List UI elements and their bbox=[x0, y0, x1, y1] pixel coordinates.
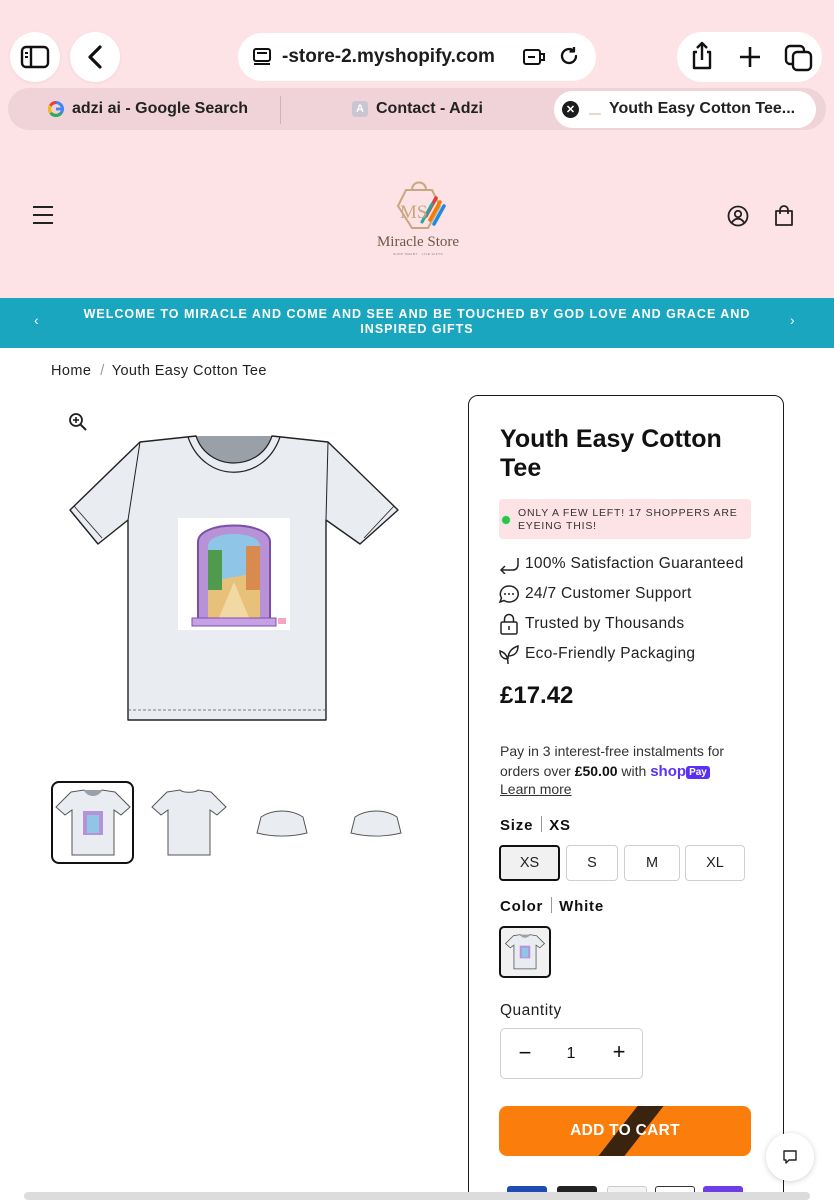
color-label: Color bbox=[500, 898, 544, 915]
address-bar[interactable]: -store-2.myshopify.com bbox=[238, 33, 596, 81]
reload-icon[interactable] bbox=[558, 45, 580, 67]
add-to-cart-button[interactable]: ADD TO CART bbox=[499, 1106, 751, 1156]
tshirt-back-thumbnail-image bbox=[150, 788, 227, 855]
size-option-label: Size XS bbox=[500, 816, 571, 834]
tab-label: adzi ai - Google Search bbox=[72, 100, 249, 117]
thumbnail-front-selected[interactable] bbox=[51, 781, 134, 864]
feature-support: 24/7 Customer Support bbox=[498, 582, 692, 606]
new-tab-plus-icon[interactable] bbox=[738, 45, 762, 69]
tab-contact-adzi[interactable]: A Contact - Adzi bbox=[352, 88, 483, 130]
product-title: Youth Easy Cotton Tee bbox=[500, 425, 722, 482]
announcement-bar: ‹ WELCOME TO MIRACLE AND COME AND SEE AN… bbox=[0, 298, 834, 348]
shop-pay-logo: shop bbox=[650, 763, 687, 780]
feature-label: 24/7 Customer Support bbox=[525, 585, 692, 602]
lock-icon bbox=[500, 613, 518, 635]
breadcrumb-home-link[interactable]: Home bbox=[51, 363, 91, 379]
tab-youth-easy-cotton-tee[interactable]: ✕ Youth Easy Cotton Tee... bbox=[562, 88, 795, 130]
tab-overview-icon[interactable] bbox=[784, 44, 814, 72]
tab-divider bbox=[280, 96, 281, 124]
close-tab-icon[interactable]: ✕ bbox=[562, 100, 579, 118]
size-option-xl[interactable]: XL bbox=[685, 845, 745, 881]
breadcrumb-current: Youth Easy Cotton Tee bbox=[111, 363, 267, 379]
thumbnail-back[interactable] bbox=[147, 781, 230, 864]
chat-icon bbox=[783, 1150, 797, 1164]
feature-trusted: Trusted by Thousands bbox=[498, 612, 684, 636]
back-button[interactable] bbox=[70, 32, 120, 82]
cart-bag-icon[interactable] bbox=[774, 205, 794, 227]
installments-text: Pay in 3 interest-free instalments for o… bbox=[500, 741, 750, 782]
leaf-sprout-icon bbox=[499, 644, 519, 665]
add-to-cart-label: ADD TO CART bbox=[570, 1122, 680, 1139]
return-arrow-icon bbox=[499, 558, 519, 574]
installments-suffix: with bbox=[621, 763, 647, 779]
hamburger-menu-icon[interactable] bbox=[32, 205, 54, 225]
account-icon[interactable] bbox=[727, 205, 749, 227]
label-divider bbox=[541, 816, 543, 832]
quantity-increase-button[interactable]: + bbox=[606, 1039, 632, 1065]
feature-eco: Eco-Friendly Packaging bbox=[498, 642, 695, 666]
feature-label: Eco-Friendly Packaging bbox=[525, 645, 696, 662]
size-option-m[interactable]: M bbox=[624, 845, 680, 881]
stock-status-dot bbox=[501, 515, 511, 525]
zoom-in-icon[interactable] bbox=[68, 412, 88, 432]
letter-a-favicon-icon: A bbox=[352, 101, 368, 117]
url-text: -store-2.myshopify.com bbox=[282, 46, 495, 67]
learn-more-link[interactable]: Learn more bbox=[500, 781, 572, 797]
tab-google-search[interactable]: adzi ai - Google Search bbox=[48, 88, 248, 130]
color-swatch-white[interactable] bbox=[499, 926, 551, 978]
feature-satisfaction: 100% Satisfaction Guaranteed bbox=[498, 552, 744, 576]
logo-monogram: MS bbox=[400, 202, 428, 223]
sleeve-thumbnail-image bbox=[349, 810, 402, 836]
feature-label: 100% Satisfaction Guaranteed bbox=[525, 555, 744, 572]
quantity-label: Quantity bbox=[500, 1002, 562, 1019]
sleeve-thumbnail-image bbox=[255, 810, 308, 836]
tshirt-thumbnail-image bbox=[54, 788, 131, 855]
size-label: Size bbox=[500, 817, 534, 834]
shop-pay-badge: Pay bbox=[686, 766, 710, 779]
breadcrumb-separator: / bbox=[100, 363, 105, 379]
label-divider bbox=[551, 897, 553, 913]
sidebar-toggle-button[interactable] bbox=[10, 32, 60, 82]
quantity-input[interactable]: 1 bbox=[556, 1045, 586, 1063]
chat-bubble-icon bbox=[498, 585, 519, 604]
size-option-xs[interactable]: XS bbox=[499, 845, 560, 881]
size-selected-value: XS bbox=[549, 817, 571, 834]
color-option-label: Color White bbox=[500, 897, 604, 915]
breadcrumb: Home / Youth Easy Cotton Tee bbox=[51, 363, 267, 379]
quantity-decrease-button[interactable]: − bbox=[512, 1040, 538, 1066]
tshirt-swatch-image bbox=[505, 934, 545, 970]
tab-label: Youth Easy Cotton Tee... bbox=[609, 100, 796, 117]
color-selected-value: White bbox=[559, 898, 604, 915]
feature-label: Trusted by Thousands bbox=[525, 615, 685, 632]
installments-threshold: £50.00 bbox=[574, 763, 618, 779]
sidebar-icon bbox=[20, 45, 50, 69]
thumbnail-sleeve-right[interactable] bbox=[334, 781, 417, 864]
product-image[interactable] bbox=[68, 432, 400, 724]
announcement-prev-icon[interactable]: ‹ bbox=[34, 312, 39, 328]
share-icon[interactable] bbox=[689, 41, 715, 71]
home-indicator bbox=[24, 1192, 810, 1200]
chevron-left-icon bbox=[88, 45, 102, 69]
logo-name: Miracle Store bbox=[376, 234, 460, 250]
thumbnail-sleeve-left[interactable] bbox=[240, 781, 323, 864]
stock-alert-text: ONLY A FEW LEFT! 17 SHOPPERS ARE EYEING … bbox=[518, 507, 738, 532]
reader-extension-icon[interactable] bbox=[522, 46, 546, 68]
tab-label: Contact - Adzi bbox=[376, 100, 483, 117]
product-price: £17.42 bbox=[500, 682, 574, 709]
size-option-s[interactable]: S bbox=[566, 845, 618, 881]
announcement-text: WELCOME TO MIRACLE AND COME AND SEE AND … bbox=[83, 307, 751, 336]
logo-tagline: SHOP SMART · LIVE GIFTS bbox=[392, 252, 443, 256]
google-favicon-icon bbox=[48, 101, 64, 117]
announcement-next-icon[interactable]: › bbox=[790, 312, 795, 328]
page-menu-icon bbox=[253, 48, 271, 65]
store-favicon-icon bbox=[589, 103, 601, 115]
chat-widget-button[interactable] bbox=[766, 1133, 814, 1181]
